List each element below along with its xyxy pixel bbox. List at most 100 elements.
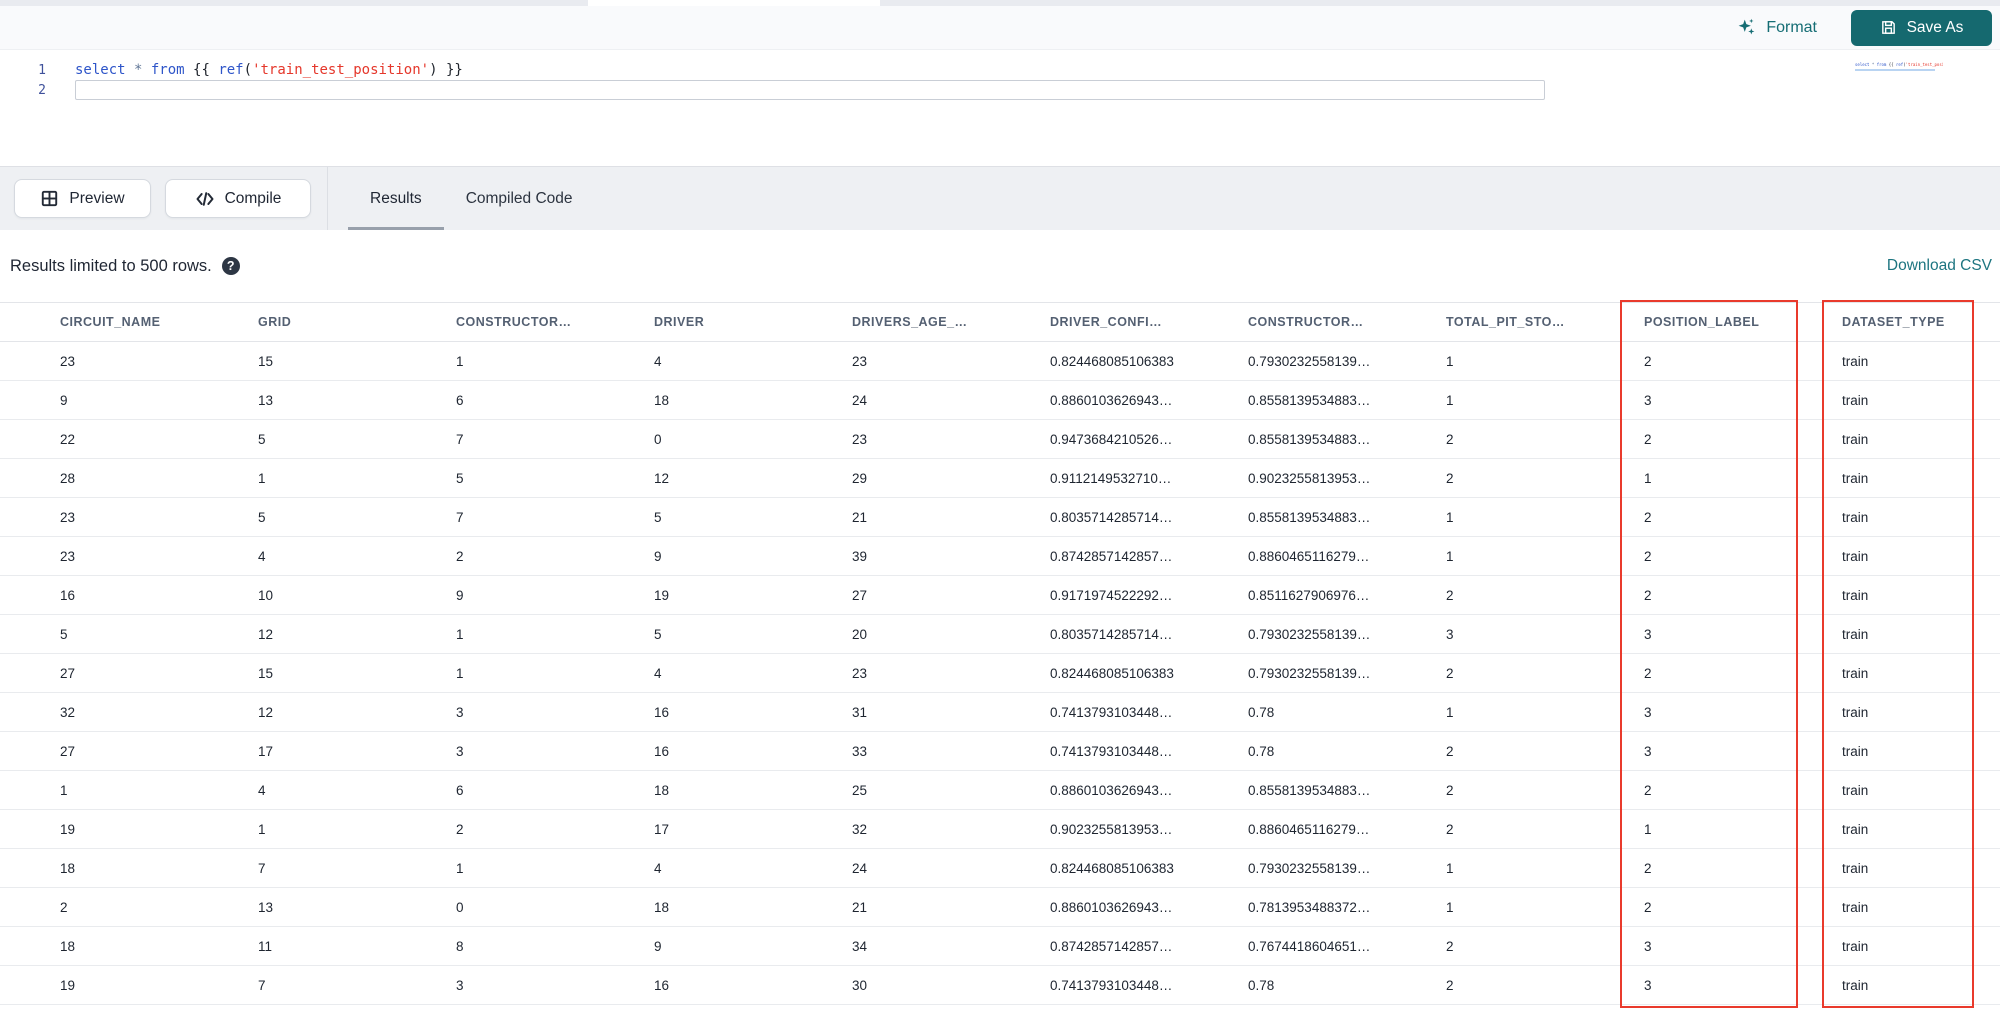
preview-button[interactable]: Preview bbox=[14, 179, 151, 218]
table-cell: 32 bbox=[852, 821, 868, 837]
table-cell: 16 bbox=[60, 587, 76, 603]
table-cell: 4 bbox=[654, 353, 662, 369]
download-csv-link[interactable]: Download CSV bbox=[1887, 257, 1992, 275]
table-cell: 31 bbox=[852, 704, 868, 720]
active-line-highlight[interactable] bbox=[75, 80, 1545, 100]
table-cell: 9 bbox=[60, 392, 68, 408]
help-icon[interactable]: ? bbox=[221, 257, 240, 275]
sql-ide-window: Format Save As 1 select * from {{ ref('t… bbox=[0, 0, 2000, 1020]
table-cell: 0.8860103626943… bbox=[1050, 392, 1173, 408]
table-cell: 16 bbox=[654, 977, 670, 993]
table-cell: 7 bbox=[456, 431, 464, 447]
code-token: ) bbox=[429, 62, 446, 78]
code-token: }} bbox=[445, 62, 463, 78]
action-panel: Preview Compile Results Compiled Code bbox=[0, 166, 2000, 231]
table-cell: 15 bbox=[258, 665, 274, 681]
column-header: CONSTRUCTOR… bbox=[1248, 315, 1364, 329]
table-cell: 1 bbox=[1446, 899, 1454, 915]
save-as-button[interactable]: Save As bbox=[1851, 9, 1992, 46]
table-cell: 2 bbox=[1446, 938, 1454, 954]
compile-label: Compile bbox=[224, 189, 282, 207]
table-cell: 3 bbox=[1446, 626, 1454, 642]
sql-editor[interactable]: 1 select * from {{ ref('train_test_posit… bbox=[0, 50, 2000, 166]
table-cell: 6 bbox=[456, 392, 464, 408]
column-header: CONSTRUCTOR… bbox=[456, 315, 572, 329]
table-cell: 1 bbox=[456, 665, 464, 681]
compile-button[interactable]: Compile bbox=[165, 179, 311, 218]
table-cell: 0.8742857142857… bbox=[1050, 548, 1173, 564]
table-cell: 0 bbox=[456, 899, 464, 915]
table-cell: 19 bbox=[60, 821, 76, 837]
table-cell: 2 bbox=[1446, 587, 1454, 603]
panel-divider bbox=[327, 167, 328, 231]
code-token: ref bbox=[218, 62, 244, 78]
highlight-box-position-label bbox=[1620, 300, 1798, 1008]
table-cell: 27 bbox=[852, 587, 868, 603]
table-cell: 4 bbox=[258, 782, 266, 798]
table-cell: 18 bbox=[60, 860, 76, 876]
table-cell: 18 bbox=[654, 899, 670, 915]
code-token: 'train_test_position' bbox=[252, 62, 430, 78]
tab-compiled-code[interactable]: Compiled Code bbox=[444, 167, 595, 231]
line-number: 1 bbox=[38, 62, 46, 78]
table-cell: 23 bbox=[60, 353, 76, 369]
table-cell: 1 bbox=[1446, 704, 1454, 720]
column-header: DRIVER bbox=[654, 315, 705, 329]
table-cell: 22 bbox=[60, 431, 76, 447]
table-cell: 1 bbox=[258, 821, 266, 837]
table-cell: 7 bbox=[258, 977, 266, 993]
results-tabs: Results Compiled Code bbox=[348, 167, 595, 231]
table-cell: 13 bbox=[258, 392, 274, 408]
editor-minimap[interactable]: select * from {{ ref('train_test_positio… bbox=[1855, 62, 1943, 71]
code-line-1-content: select * from {{ ref('train_test_positio… bbox=[75, 62, 463, 78]
table-cell: 2 bbox=[1446, 782, 1454, 798]
help-glyph: ? bbox=[226, 259, 235, 273]
table-grid-icon bbox=[40, 189, 59, 208]
table-cell: 9 bbox=[654, 548, 662, 564]
table-cell: 2 bbox=[1446, 821, 1454, 837]
table-cell: 20 bbox=[852, 626, 868, 642]
table-cell: 3 bbox=[456, 977, 464, 993]
table-cell: 12 bbox=[258, 626, 274, 642]
table-cell: 0.7413793103448… bbox=[1050, 743, 1173, 759]
format-button[interactable]: Format bbox=[1736, 17, 1817, 38]
line-number: 2 bbox=[38, 82, 46, 98]
table-cell: 12 bbox=[654, 470, 670, 486]
table-cell: 1 bbox=[258, 470, 266, 486]
table-cell: 0.8511627906976… bbox=[1248, 587, 1370, 603]
table-cell: 30 bbox=[852, 977, 868, 993]
table-cell: 5 bbox=[456, 470, 464, 486]
table-cell: 13 bbox=[258, 899, 274, 915]
table-cell: 0.7930232558139… bbox=[1248, 860, 1371, 876]
table-cell: 1 bbox=[1446, 509, 1454, 525]
table-cell: 23 bbox=[852, 431, 868, 447]
table-cell: 5 bbox=[258, 509, 266, 525]
highlight-box-dataset-type bbox=[1822, 300, 1974, 1008]
table-cell: 1 bbox=[60, 782, 68, 798]
table-cell: 29 bbox=[852, 470, 868, 486]
table-cell: 0.7813953488372… bbox=[1248, 899, 1371, 915]
row-limit-text: Results limited to 500 rows. bbox=[10, 256, 212, 275]
table-cell: 23 bbox=[852, 353, 868, 369]
table-cell: 0.8558139534883… bbox=[1248, 392, 1371, 408]
code-token: select bbox=[75, 62, 135, 78]
code-token: ( bbox=[243, 62, 253, 78]
table-cell: 2 bbox=[60, 899, 68, 915]
editor-toolbar: Format Save As bbox=[0, 6, 2000, 50]
results-meta-row: Results limited to 500 rows. ? Download … bbox=[0, 230, 2000, 302]
table-cell: 7 bbox=[456, 509, 464, 525]
table-cell: 0.7930232558139… bbox=[1248, 665, 1371, 681]
table-cell: 1 bbox=[1446, 860, 1454, 876]
table-cell: 8 bbox=[456, 938, 464, 954]
column-header: CIRCUIT_NAME bbox=[60, 315, 161, 329]
table-cell: 0.78 bbox=[1248, 977, 1275, 993]
column-header: DRIVER_CONFI… bbox=[1050, 315, 1163, 329]
code-token: * bbox=[134, 62, 151, 78]
tab-results[interactable]: Results bbox=[348, 167, 444, 231]
table-cell: 6 bbox=[456, 782, 464, 798]
table-cell: 23 bbox=[60, 548, 76, 564]
table-cell: 1 bbox=[456, 860, 464, 876]
table-cell: 17 bbox=[258, 743, 274, 759]
column-header: TOTAL_PIT_STO… bbox=[1446, 315, 1565, 329]
table-cell: 27 bbox=[60, 665, 76, 681]
